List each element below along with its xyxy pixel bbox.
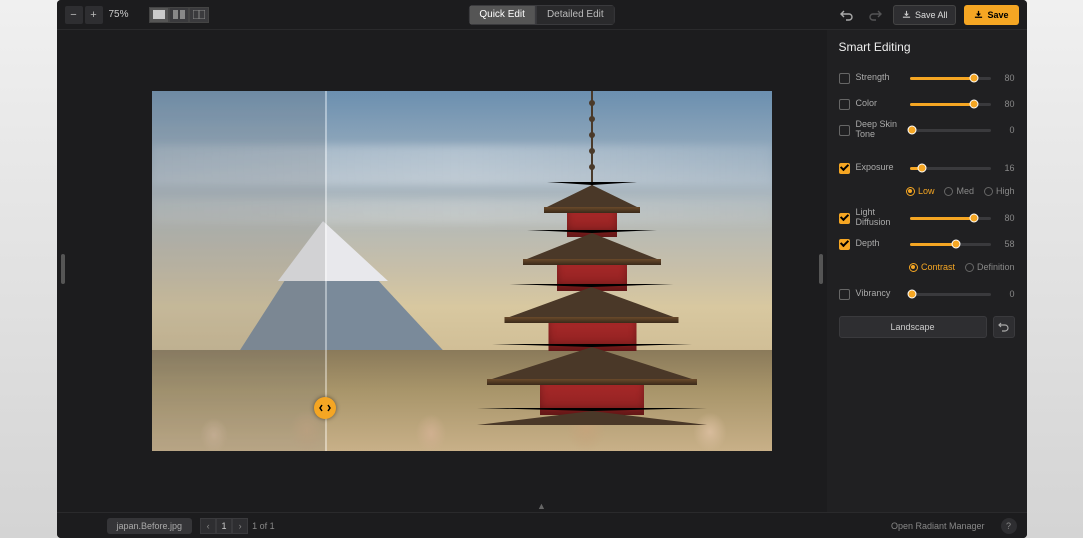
depth-options: Contrast Definition bbox=[839, 260, 1015, 278]
pagoda bbox=[487, 112, 697, 422]
strength-label: Strength bbox=[856, 73, 904, 83]
app-window: − + 75% Quick Edit Detailed Edit Save Al… bbox=[57, 0, 1027, 538]
color-row: Color 80 bbox=[839, 94, 1015, 114]
save-label: Save bbox=[987, 10, 1008, 20]
strength-value: 80 bbox=[997, 73, 1015, 83]
filmstrip-toggle[interactable]: ▲ bbox=[537, 501, 546, 511]
color-label: Color bbox=[856, 99, 904, 109]
tab-detailed-edit[interactable]: Detailed Edit bbox=[536, 5, 615, 25]
depth-value: 58 bbox=[997, 239, 1015, 249]
strength-slider[interactable] bbox=[910, 77, 991, 80]
lightdiff-checkbox[interactable] bbox=[839, 213, 850, 224]
strength-row: Strength 80 bbox=[839, 68, 1015, 88]
filename-label: japan.Before.jpg bbox=[107, 518, 193, 534]
exposure-low-option[interactable]: Low bbox=[906, 186, 935, 196]
zoom-in-button[interactable]: + bbox=[85, 6, 103, 24]
color-checkbox[interactable] bbox=[839, 99, 850, 110]
edit-mode-tabs: Quick Edit Detailed Edit bbox=[468, 5, 614, 25]
lightdiff-row: Light Diffusion 80 bbox=[839, 208, 1015, 228]
undo-icon bbox=[998, 321, 1010, 333]
preset-dropdown[interactable]: Landscape bbox=[839, 316, 987, 338]
zoom-percent[interactable]: 75% bbox=[109, 9, 129, 20]
reset-button[interactable] bbox=[993, 316, 1015, 338]
view-compare-button[interactable] bbox=[189, 7, 209, 23]
exposure-label: Exposure bbox=[856, 163, 904, 173]
view-mode-group bbox=[149, 7, 209, 23]
save-button[interactable]: Save bbox=[964, 5, 1018, 25]
next-page-button[interactable]: › bbox=[232, 518, 248, 534]
help-button[interactable]: ? bbox=[1001, 518, 1017, 534]
depth-checkbox[interactable] bbox=[839, 239, 850, 250]
exposure-slider[interactable] bbox=[910, 167, 991, 170]
save-all-button[interactable]: Save All bbox=[893, 5, 957, 25]
page-current[interactable]: 1 bbox=[216, 518, 232, 534]
exposure-checkbox[interactable] bbox=[839, 163, 850, 174]
open-manager-link[interactable]: Open Radiant Manager bbox=[891, 521, 985, 531]
deepskin-label: Deep Skin Tone bbox=[856, 120, 904, 140]
color-value: 80 bbox=[997, 99, 1015, 109]
strength-checkbox[interactable] bbox=[839, 73, 850, 84]
tab-quick-edit[interactable]: Quick Edit bbox=[468, 5, 536, 25]
redo-button[interactable] bbox=[865, 5, 885, 25]
lightdiff-slider[interactable] bbox=[910, 217, 991, 220]
save-all-label: Save All bbox=[915, 10, 948, 20]
lightdiff-label: Light Diffusion bbox=[856, 208, 904, 228]
view-single-button[interactable] bbox=[149, 7, 169, 23]
zoom-controls: − + 75% bbox=[65, 6, 129, 24]
panel-title: Smart Editing bbox=[839, 40, 1015, 54]
download-icon bbox=[974, 10, 983, 19]
vibrancy-slider[interactable] bbox=[910, 293, 991, 296]
depth-label: Depth bbox=[856, 239, 904, 249]
deepskin-value: 0 bbox=[997, 125, 1015, 135]
exposure-high-option[interactable]: High bbox=[984, 186, 1015, 196]
undo-button[interactable] bbox=[837, 5, 857, 25]
right-panel-handle[interactable] bbox=[819, 254, 823, 284]
preset-row: Landscape bbox=[839, 316, 1015, 338]
image-canvas bbox=[152, 91, 772, 451]
compare-handle[interactable] bbox=[314, 397, 336, 419]
deepskin-checkbox[interactable] bbox=[839, 125, 850, 136]
top-toolbar: − + 75% Quick Edit Detailed Edit Save Al… bbox=[57, 0, 1027, 30]
exposure-options: Low Med High bbox=[839, 184, 1015, 202]
exposure-row: Exposure 16 bbox=[839, 158, 1015, 178]
vibrancy-checkbox[interactable] bbox=[839, 289, 850, 300]
vibrancy-value: 0 bbox=[997, 289, 1015, 299]
smart-editing-panel: Smart Editing Strength 80 Color 80 Deep … bbox=[827, 30, 1027, 512]
exposure-value: 16 bbox=[997, 163, 1015, 173]
zoom-out-button[interactable]: − bbox=[65, 6, 83, 24]
main-area: Smart Editing Strength 80 Color 80 Deep … bbox=[57, 30, 1027, 512]
before-overlay bbox=[152, 91, 326, 451]
vibrancy-label: Vibrancy bbox=[856, 289, 904, 299]
depth-row: Depth 58 bbox=[839, 234, 1015, 254]
depth-slider[interactable] bbox=[910, 243, 991, 246]
drag-arrows-icon bbox=[319, 403, 331, 413]
color-slider[interactable] bbox=[910, 103, 991, 106]
top-right-controls: Save All Save bbox=[837, 5, 1019, 25]
deepskin-row: Deep Skin Tone 0 bbox=[839, 120, 1015, 140]
canvas-viewport[interactable] bbox=[57, 30, 827, 512]
view-split-button[interactable] bbox=[169, 7, 189, 23]
vibrancy-row: Vibrancy 0 bbox=[839, 284, 1015, 304]
prev-page-button[interactable]: ‹ bbox=[200, 518, 216, 534]
bottom-bar: ▲ japan.Before.jpg ‹ 1 › 1 of 1 Open Rad… bbox=[57, 512, 1027, 538]
download-icon bbox=[902, 10, 911, 19]
pager: ‹ 1 › 1 of 1 bbox=[200, 518, 275, 534]
depth-contrast-option[interactable]: Contrast bbox=[909, 262, 955, 272]
deepskin-slider[interactable] bbox=[910, 129, 991, 132]
depth-definition-option[interactable]: Definition bbox=[965, 262, 1015, 272]
page-of: 1 of 1 bbox=[252, 521, 275, 531]
exposure-med-option[interactable]: Med bbox=[944, 186, 974, 196]
lightdiff-value: 80 bbox=[997, 213, 1015, 223]
